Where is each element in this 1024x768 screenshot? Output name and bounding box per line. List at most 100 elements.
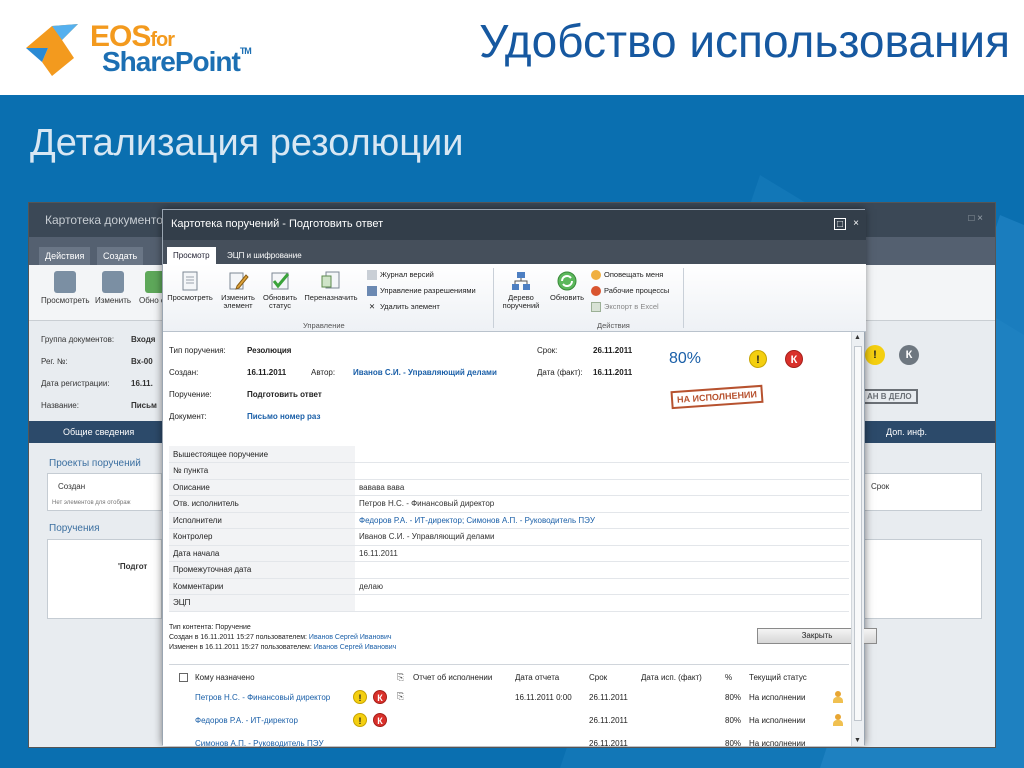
view-icon (54, 271, 77, 293)
close-icon[interactable]: × (850, 218, 862, 230)
content-type-text: Тип контента: Поручение (169, 624, 251, 631)
background-window-controls[interactable]: □ × (968, 213, 983, 224)
edit-pencil-icon (229, 272, 249, 290)
bg-warning-badge: ! (865, 345, 885, 365)
col-report[interactable]: Отчет об исполнении (413, 673, 492, 682)
maximize-icon[interactable]: □ (834, 218, 846, 230)
manage-permissions-button[interactable]: Управление разрешениями (367, 286, 476, 297)
due-value: 26.11.2011 (593, 346, 633, 355)
view-button[interactable]: Просмотреть (165, 270, 215, 302)
scroll-up-icon[interactable]: ▲ (854, 334, 861, 341)
bg-field-value: Входя (131, 335, 156, 344)
update-status-button[interactable]: Обновить статус (260, 270, 300, 310)
author-link[interactable]: Иванов С.И. - Управляющий делами (353, 368, 497, 377)
ribbon: Просмотреть Изменить элемент Обновить ст… (163, 264, 866, 332)
property-value: вавава вава (355, 479, 849, 496)
tab-signature[interactable]: ЭЦП и шифрование (221, 247, 308, 264)
select-all-checkbox[interactable] (179, 673, 188, 682)
reassign-button[interactable]: Переназначить (301, 270, 361, 302)
bg-tab-general[interactable]: Общие сведения (63, 427, 134, 437)
document-link[interactable]: Письмо номер раз (247, 412, 320, 421)
row-status: На исполнении (749, 693, 806, 702)
refresh-button[interactable]: Обновить (547, 270, 587, 302)
assignee-link[interactable]: Петров Н.С. - Финансовый директор (195, 693, 330, 702)
bg-tab-actions[interactable]: Действия (39, 247, 91, 265)
type-value: Резолюция (247, 346, 292, 355)
alert-me-button[interactable]: Оповещать меня (591, 270, 663, 281)
property-row: Промежуточная дата (169, 561, 849, 579)
bg-projects-heading: Проекты поручений (49, 458, 141, 469)
row-status: На исполнении (749, 739, 806, 748)
logo-sharepoint: SharePoint (102, 46, 241, 77)
scroll-thumb[interactable] (854, 346, 862, 721)
edit-icon (102, 271, 125, 293)
due-label: Срок: (537, 346, 558, 355)
fact-date-label: Дата (факт): (537, 368, 583, 377)
row-status: На исполнении (749, 716, 806, 725)
property-row: Исполнители Федоров Р.А. - ИТ-директор; С… (169, 512, 849, 529)
document-view-icon (182, 271, 198, 291)
property-row: № пункта (169, 462, 849, 480)
slide-subtitle: Детализация резолюции (30, 122, 464, 164)
property-value: Иванов С.И. - Управляющий делами (355, 528, 849, 546)
slide-header: EOSfor SharePointTM Удобство использован… (0, 0, 1024, 95)
col-assigned-to[interactable]: Кому назначено (195, 673, 255, 682)
bg-right-col: Срок (871, 482, 890, 491)
dialog-title: Картотека поручений - Подготовить ответ (171, 218, 384, 230)
history-icon (367, 270, 377, 281)
fact-date-value: 16.11.2011 (593, 368, 633, 377)
bg-view-button[interactable]: Просмотреть (41, 271, 90, 305)
edit-item-button[interactable]: Изменить элемент (217, 270, 259, 310)
col-fact-date[interactable]: Дата исп. (факт) (641, 673, 702, 682)
export-excel-button[interactable]: Экспорт в Excel (591, 302, 659, 313)
property-row: Описание вавава вава (169, 479, 849, 496)
property-value (355, 561, 849, 579)
bg-tab-create[interactable]: Создать (97, 247, 144, 265)
scroll-down-icon[interactable]: ▼ (854, 737, 861, 744)
properties-table: Вышестоящее поручение № пункта Описание вав… (169, 446, 849, 612)
modified-user-link[interactable]: Иванов Сергей Иванович (314, 644, 397, 651)
attachment-icon[interactable]: ⎘ (397, 691, 404, 702)
assignee-link[interactable]: Симонов А.П. - Руководитель ПЭУ (195, 739, 324, 747)
created-meta: Создан в 16.11.2011 15:27 пользователем:… (169, 634, 392, 641)
warning-icon: ! (749, 350, 767, 368)
property-value[interactable]: Федоров Р.А. - ИТ-директор; Симонов А.П.… (355, 512, 849, 529)
workflows-button[interactable]: Рабочие процессы (591, 286, 669, 297)
property-row: Комментарии делаю (169, 578, 849, 595)
col-report-date[interactable]: Дата отчета (515, 673, 559, 682)
created-user-link[interactable]: Иванов Сергей Иванович (309, 634, 392, 641)
workflow-icon (591, 286, 601, 297)
modified-meta: Изменен в 16.11.2011 15:27 пользователем… (169, 644, 397, 651)
property-key: № пункта (169, 462, 355, 480)
tree-icon (512, 272, 530, 290)
background-window-title: Картотека документов (45, 213, 170, 227)
bg-field-value: Вх-00 (131, 357, 153, 366)
row-percent: 80% (725, 716, 742, 725)
bg-right-box: Срок (864, 473, 982, 511)
property-value (355, 594, 849, 612)
task-tree-button[interactable]: Дерево поручений (497, 270, 545, 310)
tab-view[interactable]: Просмотр (167, 247, 216, 264)
version-history-button[interactable]: Журнал версий (367, 270, 434, 281)
col-due[interactable]: Срок (589, 673, 607, 682)
assignees-list: Кому назначено ⎘ Отчет об исполнении Дат… (169, 664, 849, 747)
assignee-link[interactable]: Федоров Р.А. - ИТ-директор (195, 716, 298, 725)
delete-item-button[interactable]: ✕ Удалить элемент (367, 302, 440, 312)
property-key: Отв. исполнитель (169, 495, 355, 513)
property-value (355, 446, 849, 463)
logo-tm: TM (239, 46, 252, 56)
property-value: делаю (355, 578, 849, 595)
bg-edit-button[interactable]: Изменить (95, 271, 131, 305)
bg-stamp: АН В ДЕЛО (861, 389, 918, 404)
user-icon (833, 714, 843, 726)
excel-icon (591, 302, 601, 313)
report-date: 16.11.2011 0:00 (515, 693, 572, 702)
bg-projects-col: Создан (58, 482, 86, 491)
col-status[interactable]: Текущий статус (749, 673, 807, 682)
author-label: Автор: (311, 368, 336, 377)
bg-field-value: Письм (131, 401, 157, 410)
bg-tab-extra[interactable]: Доп. инф. (886, 427, 927, 437)
vertical-scrollbar[interactable]: ▲ ▼ (851, 332, 864, 746)
col-percent[interactable]: % (725, 673, 732, 682)
row-percent: 80% (725, 739, 742, 748)
